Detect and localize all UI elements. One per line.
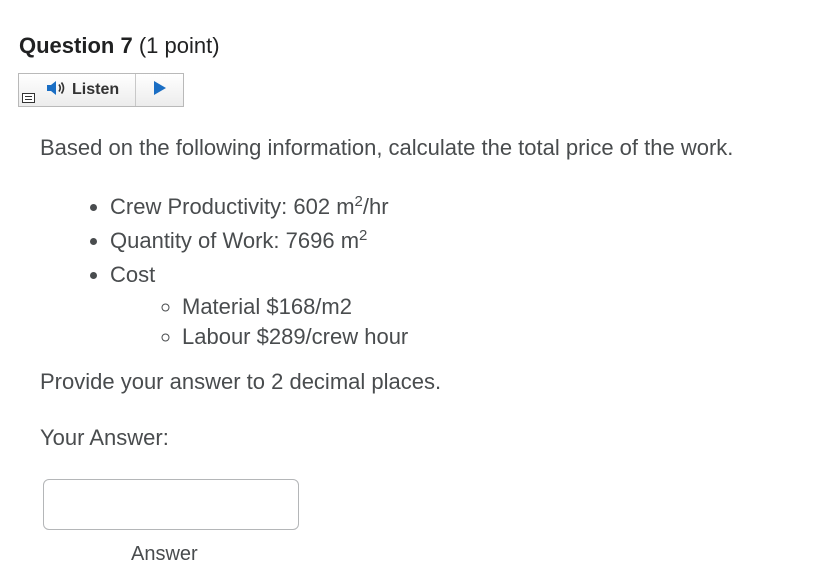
listen-button[interactable]: Listen xyxy=(19,74,136,106)
decimal-places-hint: Provide your answer to 2 decimal places. xyxy=(40,369,442,394)
your-answer-label: Your Answer: xyxy=(40,425,169,450)
productivity-unit: /hr xyxy=(362,194,389,219)
listen-label: Listen xyxy=(72,81,120,98)
listen-toolbar: Listen xyxy=(18,73,184,107)
speaker-icon xyxy=(46,80,66,101)
details-list: Crew Productivity: 602 m2/hr Quantity of… xyxy=(68,190,408,352)
list-item-cost: Cost Material $168/m2 Labour $289/crew h… xyxy=(110,258,408,352)
list-item-labour: Labour $289/crew hour xyxy=(182,322,408,352)
question-prompt: Based on the following information, calc… xyxy=(40,135,734,160)
productivity-text: Crew Productivity: 602 m xyxy=(110,194,355,219)
play-button[interactable] xyxy=(136,74,183,106)
answer-input[interactable] xyxy=(43,479,299,530)
list-item-material: Material $168/m2 xyxy=(182,292,408,322)
quantity-superscript: 2 xyxy=(359,227,368,244)
quantity-text: Quantity of Work: 7696 m xyxy=(110,228,360,253)
question-points: (1 point) xyxy=(138,33,220,58)
play-icon xyxy=(153,80,167,101)
question-title: Question 7 (1 point) xyxy=(19,32,220,60)
question-number: Question 7 xyxy=(19,33,133,58)
cost-label: Cost xyxy=(110,262,156,287)
menu-icon[interactable] xyxy=(22,93,35,103)
productivity-superscript: 2 xyxy=(354,193,363,210)
list-item-quantity: Quantity of Work: 7696 m2 xyxy=(110,224,408,258)
answer-caption: Answer xyxy=(131,543,198,565)
list-item-productivity: Crew Productivity: 602 m2/hr xyxy=(110,190,408,224)
cost-sublist: Material $168/m2 Labour $289/crew hour xyxy=(110,292,408,352)
